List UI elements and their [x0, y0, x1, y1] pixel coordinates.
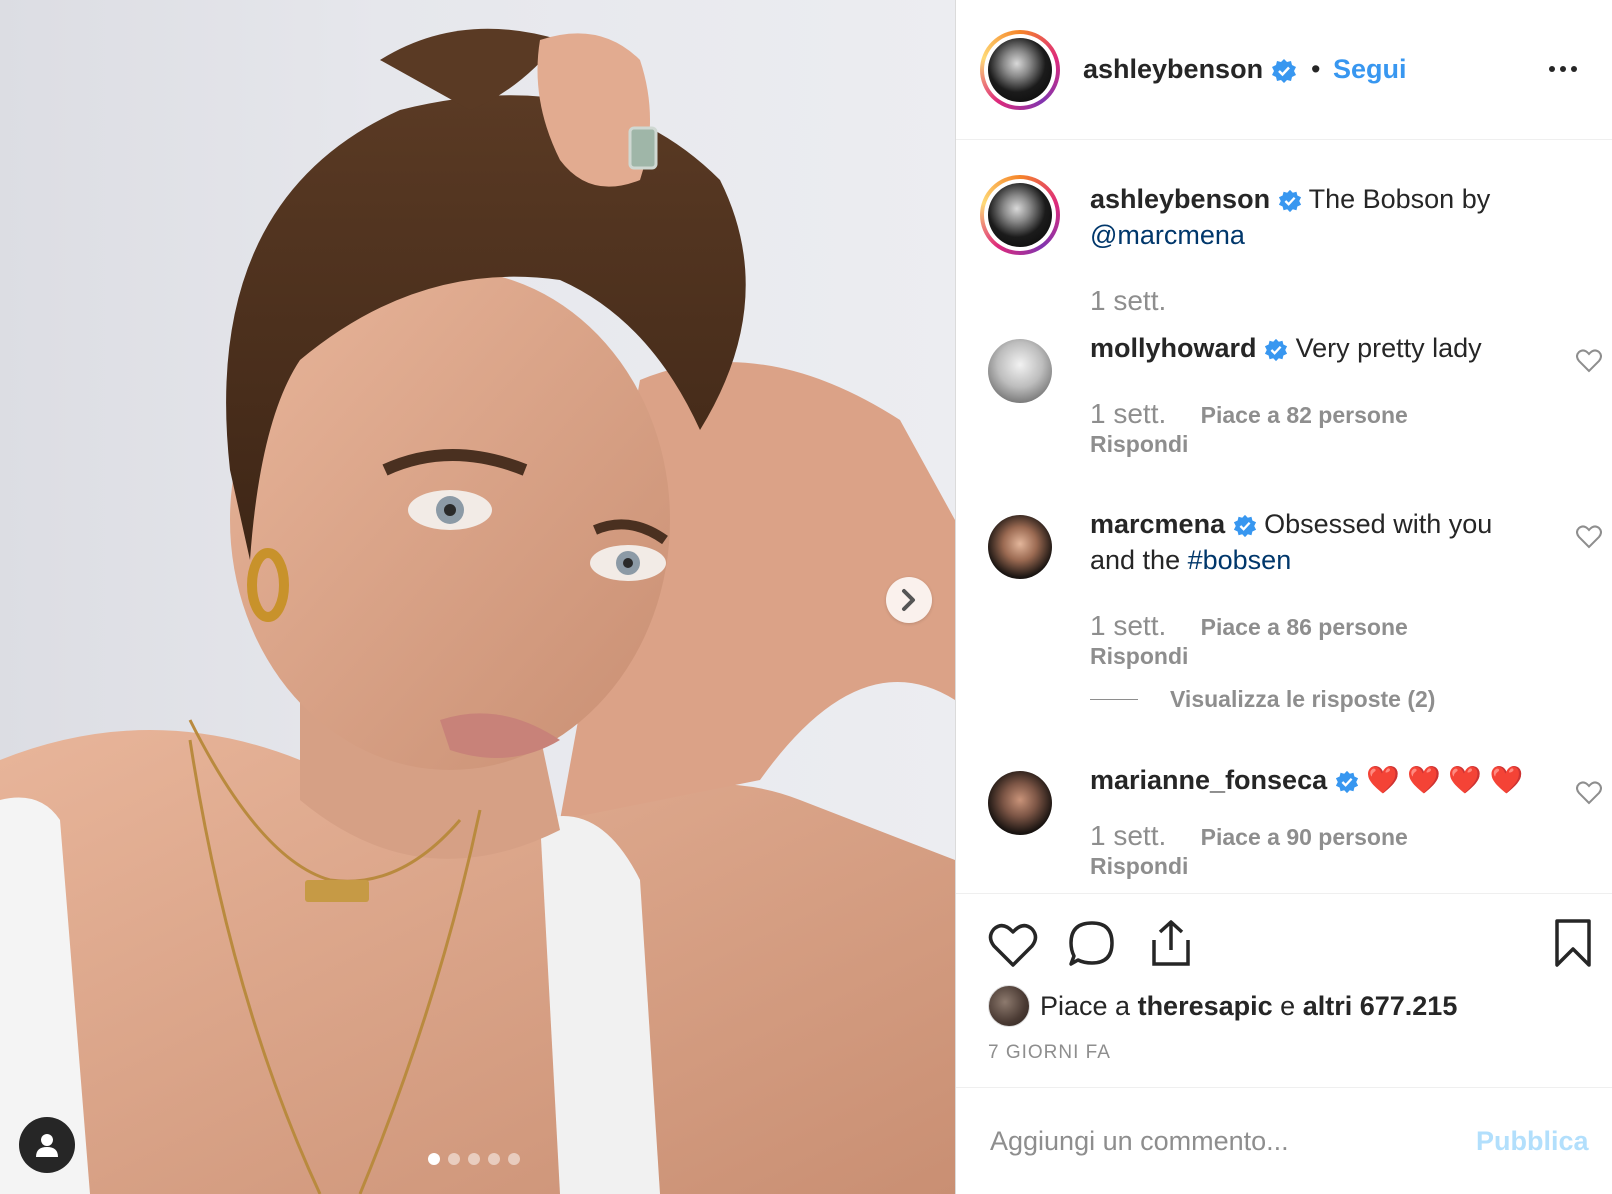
- carousel-next-button[interactable]: [886, 577, 932, 623]
- caption-time[interactable]: 1 sett.: [1090, 285, 1166, 316]
- comment-text: marianne_fonseca ❤️ ❤️ ❤️ ❤️: [1090, 765, 1524, 795]
- comment-icon[interactable]: [1068, 920, 1116, 968]
- liker-username[interactable]: theresapic: [1138, 991, 1273, 1022]
- verified-badge-icon: [1264, 338, 1288, 361]
- carousel-dot: [508, 1153, 520, 1165]
- carousel-dot: [488, 1153, 500, 1165]
- commenter-avatar[interactable]: [988, 339, 1052, 403]
- comment-time[interactable]: 1 sett.: [1090, 820, 1166, 851]
- chevron-right-icon: [902, 589, 915, 611]
- user-icon: [36, 1134, 58, 1157]
- comment-username[interactable]: marcmena: [1090, 509, 1225, 539]
- reply-button[interactable]: Rispondi: [1090, 643, 1188, 670]
- publish-button[interactable]: Pubblica: [1476, 1126, 1589, 1157]
- caption-meta: 1 sett.: [1090, 285, 1194, 317]
- like-comment-heart-icon[interactable]: [1576, 349, 1602, 373]
- verified-badge-icon: [1278, 189, 1301, 212]
- like-comment-heart-icon[interactable]: [1576, 525, 1602, 549]
- verified-badge-icon: [1335, 770, 1358, 793]
- post-header: ashleybenson • Segui: [956, 0, 1612, 140]
- caption-mention-link[interactable]: @marcmena: [1090, 220, 1245, 250]
- comment-username[interactable]: mollyhoward: [1090, 333, 1257, 363]
- likes-summary: Piace a theresapic e altri 677.215: [988, 985, 1457, 1027]
- post-sidebar: ashleybenson • Segui ashleybenson The Bo…: [955, 0, 1612, 1194]
- comment-time[interactable]: 1 sett.: [1090, 398, 1166, 429]
- carousel-dot: [428, 1153, 440, 1165]
- view-replies-button[interactable]: Visualizza le risposte (2): [1090, 686, 1435, 713]
- comment-username[interactable]: marianne_fonseca: [1090, 765, 1327, 795]
- liker-avatar[interactable]: [988, 985, 1030, 1027]
- heart-icon[interactable]: [988, 922, 1038, 968]
- hashtag-link[interactable]: #bobsen: [1188, 545, 1292, 575]
- bookmark-icon[interactable]: [1554, 918, 1592, 968]
- caption: ashleybenson The Bobson by @marcmena: [1090, 181, 1530, 253]
- reply-button[interactable]: Rispondi: [1090, 853, 1188, 880]
- replies-divider: [1090, 699, 1138, 700]
- post-date[interactable]: 7 GIORNI FA: [988, 1042, 1111, 1064]
- carousel-dot: [468, 1153, 480, 1165]
- share-icon[interactable]: [1148, 918, 1194, 968]
- verified-badge-icon: [1271, 58, 1296, 83]
- author-avatar[interactable]: [980, 30, 1060, 110]
- reply-button[interactable]: Rispondi: [1090, 431, 1188, 458]
- add-comment-form: Pubblica: [956, 1087, 1612, 1194]
- caption-text: The Bobson by: [1308, 184, 1491, 214]
- comment-input[interactable]: [988, 1112, 1462, 1170]
- header-separator: •: [1311, 54, 1321, 84]
- comment-likes[interactable]: Piace a 86 persone: [1201, 614, 1408, 640]
- like-comment-heart-icon[interactable]: [1576, 781, 1602, 805]
- comment-text: marcmena Obsessed with you and the #bobs…: [1090, 509, 1493, 575]
- comment-meta: 1 sett. Piace a 86 persone: [1090, 610, 1408, 642]
- comments-list[interactable]: ashleybenson The Bobson by @marcmena 1 s…: [956, 141, 1612, 893]
- verified-badge-icon: [1233, 514, 1256, 537]
- comment-meta: 1 sett. Piace a 82 persone: [1090, 398, 1408, 430]
- carousel-indicator: [428, 1153, 520, 1165]
- author-username[interactable]: ashleybenson: [1083, 54, 1297, 85]
- comment-time[interactable]: 1 sett.: [1090, 610, 1166, 641]
- likes-count-link[interactable]: altri 677.215: [1303, 991, 1458, 1022]
- post-photo[interactable]: [0, 0, 955, 1194]
- follow-button[interactable]: Segui: [1333, 54, 1407, 85]
- more-options-button[interactable]: [1543, 54, 1583, 84]
- comment-meta: 1 sett. Piace a 90 persone: [1090, 820, 1408, 852]
- tagged-users-button[interactable]: [19, 1117, 75, 1173]
- comment-text: mollyhoward Very pretty lady: [1090, 333, 1482, 363]
- caption-author-avatar[interactable]: [980, 175, 1060, 255]
- commenter-avatar[interactable]: [988, 771, 1052, 835]
- comment-likes[interactable]: Piace a 82 persone: [1201, 402, 1408, 428]
- caption-username[interactable]: ashleybenson: [1090, 184, 1270, 214]
- portrait-image: [0, 28, 955, 1194]
- carousel-dot: [448, 1153, 460, 1165]
- ellipsis-icon: [1549, 66, 1555, 72]
- commenter-avatar[interactable]: [988, 515, 1052, 579]
- comment-likes[interactable]: Piace a 90 persone: [1201, 824, 1408, 850]
